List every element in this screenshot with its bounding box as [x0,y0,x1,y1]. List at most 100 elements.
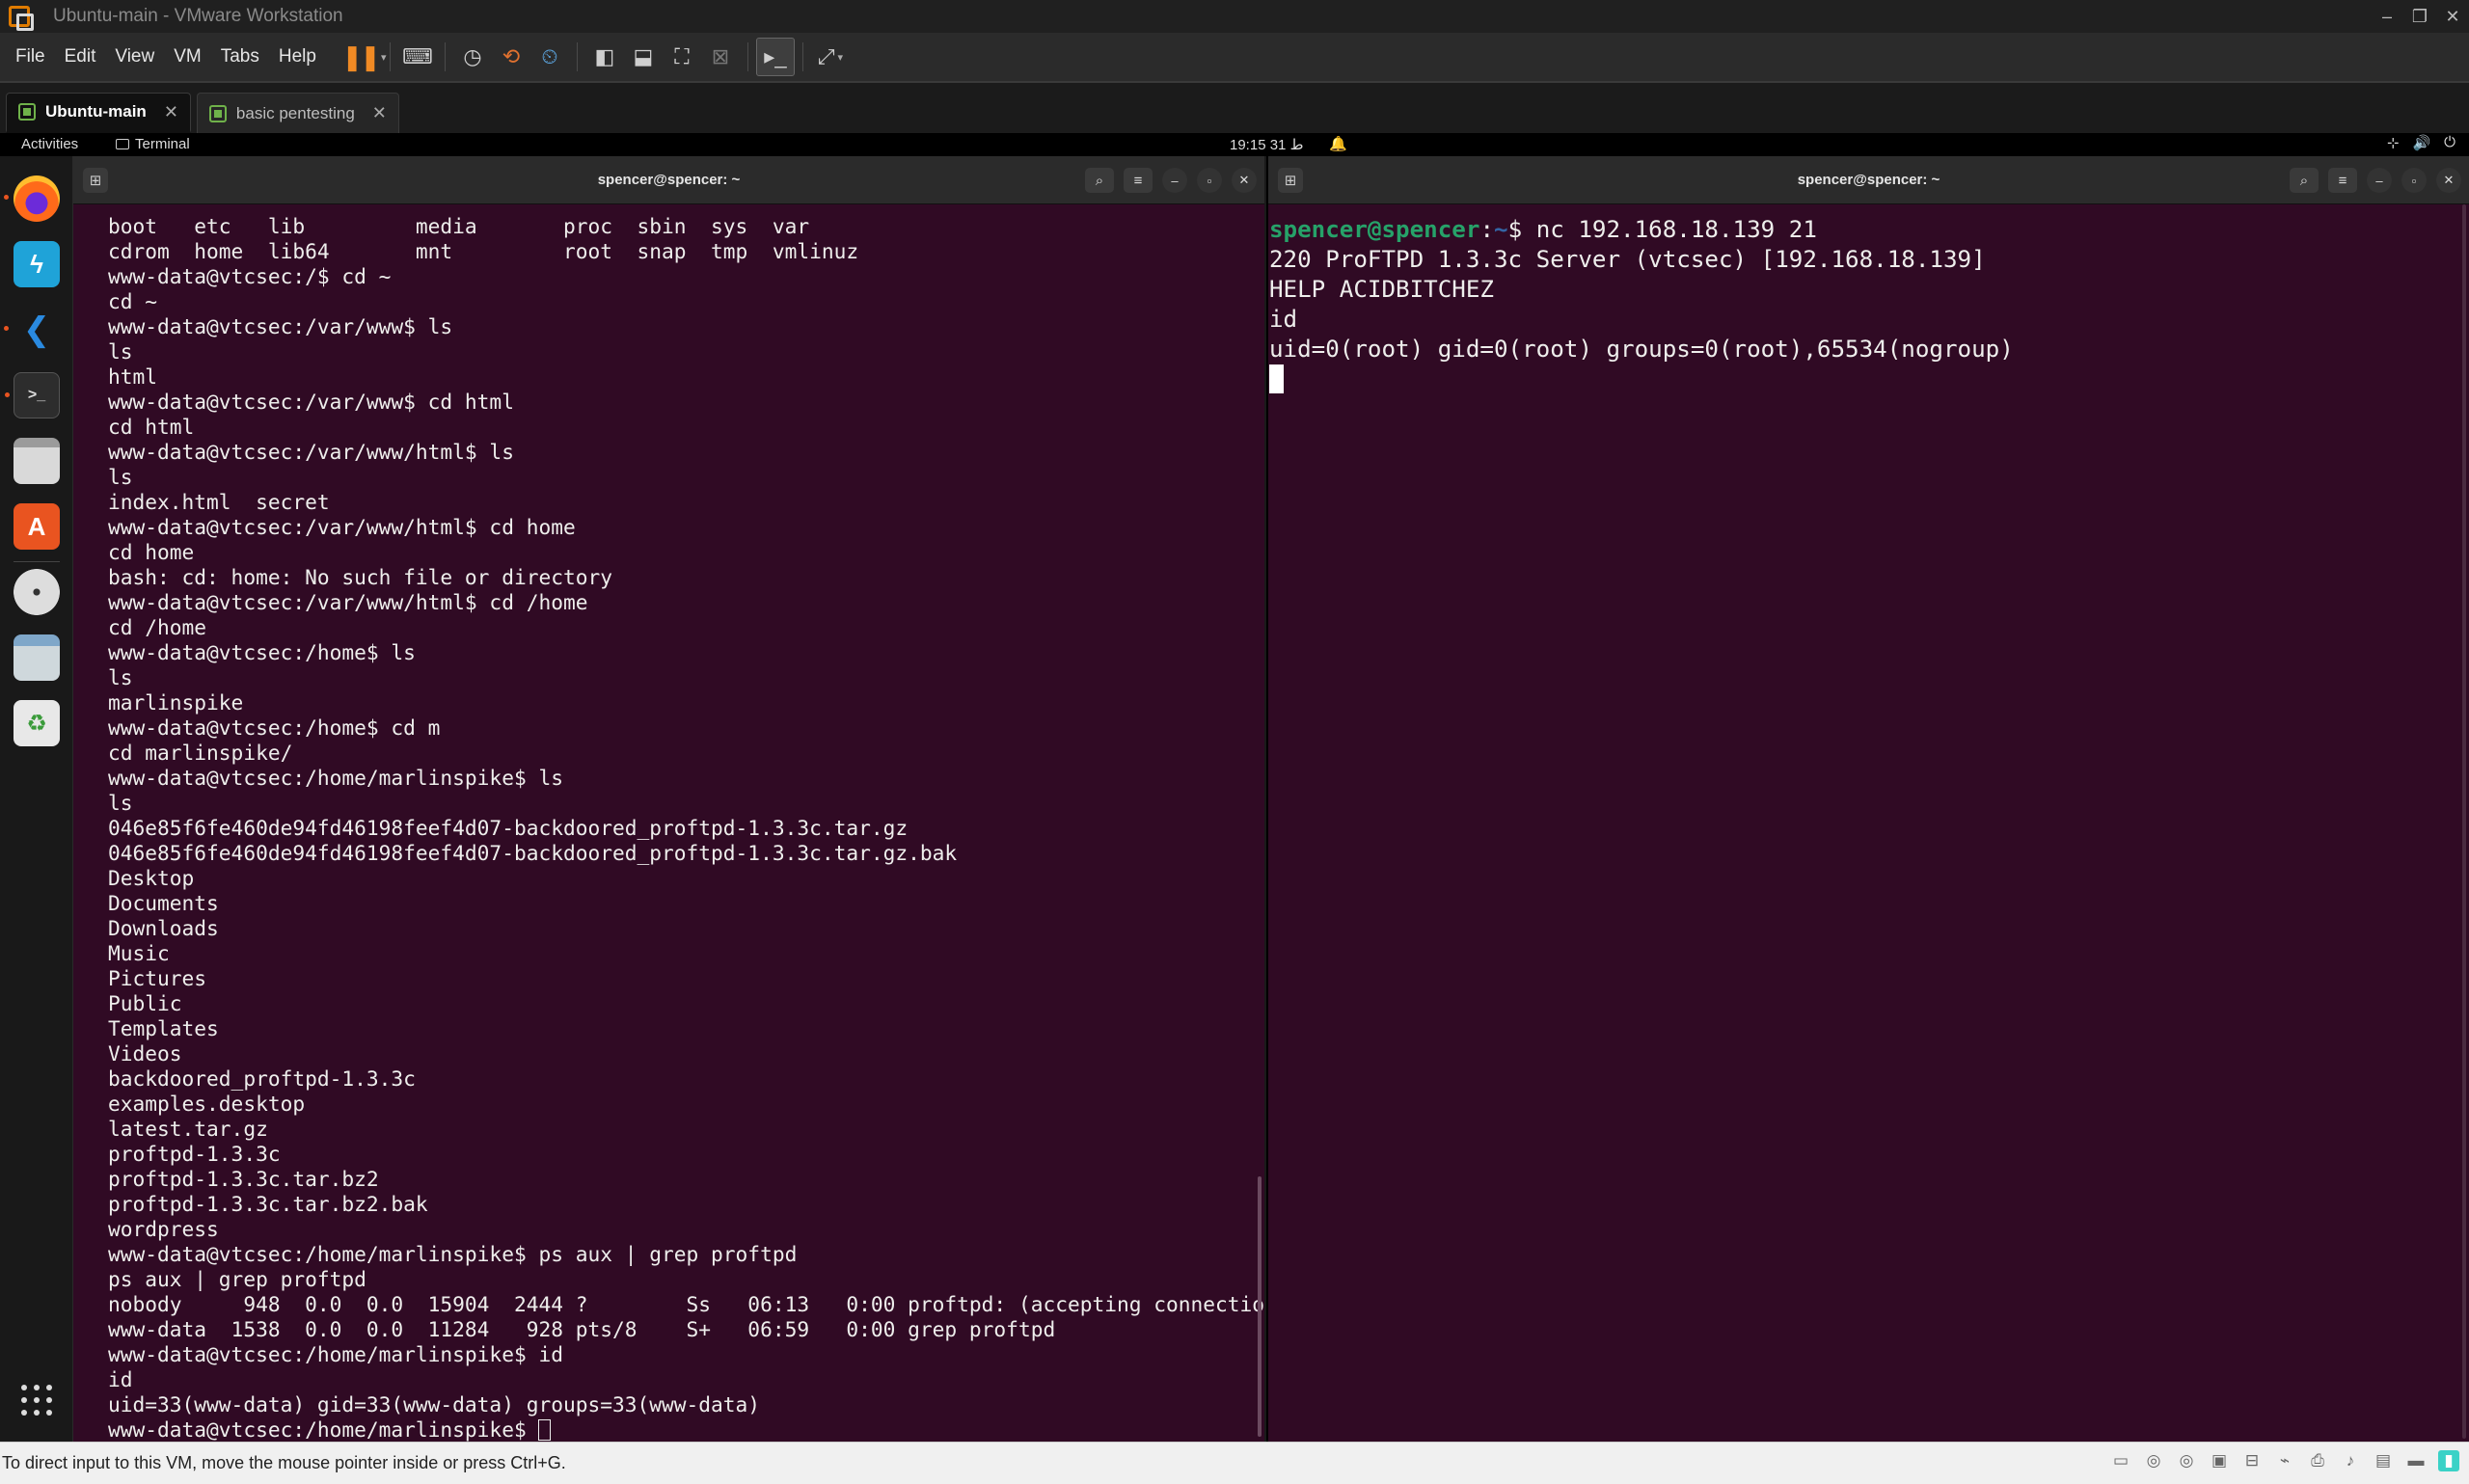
terminal-title: spencer@spencer: ~ [1797,172,1940,188]
maximize-icon[interactable]: ▫ [1197,168,1222,193]
terminal-line: cd /home [108,615,207,639]
printer-icon[interactable]: ⎙ [2307,1450,2328,1471]
toolbar: ❚❚ ▾ ⌨ ◷ ⟲ ⏲ ◧ ⬓ ⛶ ⊠ ▸_ ⤢ ▾ [341,38,850,76]
terminal-line: www-data@vtcsec:/var/www/html$ cd home [108,515,576,539]
close-icon[interactable]: ✕ [2436,168,2461,193]
terminal-line: bash: cd: home: No such file or director… [108,565,612,589]
terminal-line: nobody 948 0.0 0.0 15904 2444 ? Ss 06:13… [108,1292,1264,1316]
new-tab-icon[interactable]: ⊞ [83,168,108,193]
menu-tabs[interactable]: Tabs [211,46,269,67]
minimize-icon[interactable]: – [1162,168,1187,193]
network-adapter-icon[interactable]: ⊟ [2241,1450,2263,1471]
new-tab-icon[interactable]: ⊞ [1278,168,1303,193]
cd-dvd-icon[interactable]: ◎ [2143,1450,2164,1471]
unity-button[interactable]: ⊠ [701,38,740,76]
zap-icon[interactable]: ϟ [14,241,60,287]
terminal-header-buttons: ⌕ ≡ – ▫ ✕ [2290,168,2461,193]
menu-help[interactable]: Help [269,46,326,67]
close-tab-icon[interactable]: ✕ [372,103,387,123]
pause-icon: ❚❚ [341,41,381,71]
pause-vm-button[interactable]: ❚❚ ▾ [341,38,386,76]
terminal-window-left[interactable]: ⊞ spencer@spencer: ~ ⌕ ≡ – ▫ ✕ boot etc … [73,156,1266,1442]
system-tray[interactable]: ⊹ 🔊 ⏻ [2387,134,2455,151]
revert-snapshot-button[interactable]: ⟲ [492,38,530,76]
tab-label: Ubuntu-main [45,102,147,121]
close-icon[interactable]: ✕ [2436,0,2469,33]
display-icon[interactable]: ▤ [2373,1450,2394,1471]
menu-file[interactable]: File [0,46,55,67]
terminal-output[interactable]: boot etc lib media proc sbin sys var cdro… [73,204,1264,1442]
tab-ubuntu-main[interactable]: Ubuntu-main ✕ [6,93,191,133]
sound-card-icon[interactable]: ♪ [2340,1450,2361,1471]
window-title: Ubuntu-main - VMware Workstation [53,6,343,26]
restore-icon[interactable]: ❐ [2403,0,2436,33]
send-ctrl-alt-del-button[interactable]: ⌨ [398,38,437,76]
scrollbar[interactable] [1258,1176,1262,1437]
app-menu[interactable]: Terminal [116,136,190,152]
terminal-output[interactable]: spencer@spencer:~$ nc 192.168.18.139 21 2… [1268,204,2469,1442]
scrollbar[interactable] [2462,204,2466,1439]
vm-icon [208,104,227,122]
hamburger-menu-icon[interactable]: ≡ [1124,168,1153,193]
terminal-icon[interactable]: >_ [5,372,60,418]
close-tab-icon[interactable]: ✕ [164,102,178,122]
prompt: www-data@vtcsec:/home/marlinspike$ [108,1417,539,1442]
notification-icon[interactable]: 🔔 [1329,135,1347,152]
prompt-user: spencer@spencer [1269,216,1480,243]
minimize-icon[interactable]: – [2367,168,2392,193]
terminal-line: backdoored_proftpd-1.3.3c [108,1066,416,1091]
menu-vm[interactable]: VM [164,46,211,67]
thumbnail-bar-button[interactable]: ⬓ [624,38,663,76]
search-icon[interactable]: ⌕ [1085,168,1114,193]
app-store-icon[interactable]: A [14,503,60,550]
menu-view[interactable]: View [105,46,164,67]
console-icon: ▸_ [764,44,787,68]
search-icon[interactable]: ⌕ [2290,168,2319,193]
chevron-down-icon: ▾ [837,51,843,64]
maximize-icon[interactable]: ▫ [2401,168,2427,193]
fullscreen-icon: ⛶ [674,44,690,68]
terminal-line: www-data@vtcsec:/home/marlinspike$ [108,1417,1264,1442]
save-icon[interactable] [14,634,60,681]
terminal-line: wordpress [108,1217,219,1241]
message-log-icon[interactable]: ▬ [2405,1450,2427,1471]
guest-screen[interactable]: Activities Terminal ط 31 19:15 🔔 ⊹ 🔊 ⏻ ϟ… [0,133,2469,1442]
disc-icon[interactable] [14,569,60,615]
minimize-icon[interactable]: – [2371,0,2403,33]
tab-basic-pentesting[interactable]: basic pentesting ✕ [196,93,399,133]
firefox-icon[interactable] [4,175,60,222]
terminal-line: Downloads [108,916,219,940]
trash-icon[interactable]: ♻ [14,700,60,746]
hamburger-menu-icon[interactable]: ≡ [2328,168,2357,193]
console-view-button[interactable]: ▸_ [755,38,795,76]
clock[interactable]: ط 31 19:15 [1230,136,1303,153]
terminal-line: ls [108,339,133,364]
show-apps-icon[interactable] [21,1385,52,1416]
usb-icon[interactable]: ⌁ [2274,1450,2295,1471]
full-screen-button[interactable]: ⛶ [663,38,701,76]
files-icon[interactable] [14,438,60,484]
terminal-line: Videos [108,1041,182,1066]
terminal-line: www-data@vtcsec:/home/marlinspike$ id [108,1342,563,1366]
close-icon[interactable]: ✕ [1232,168,1257,193]
tab-label: basic pentesting [235,103,355,122]
floppy-icon[interactable]: ▣ [2209,1450,2230,1471]
terminal-line: cd marlinspike/ [108,741,293,765]
terminal-line: uid=33(www-data) gid=33(www-data) groups… [108,1392,761,1417]
cd-dvd-icon[interactable]: ◎ [2176,1450,2197,1471]
vscode-icon[interactable]: ❮ [4,307,60,353]
revert-snapshot-icon: ⟲ [502,44,521,68]
terminal-line: Music [108,941,170,965]
snapshot-manager-button[interactable]: ⏲ [530,38,569,76]
title-bar: Ubuntu-main - VMware Workstation – ❐ ✕ [0,0,2469,33]
vmware-tools-icon[interactable]: ▮ [2438,1450,2459,1471]
terminal-window-right[interactable]: ⊞ spencer@spencer: ~ ⌕ ≡ – ▫ ✕ spencer@s… [1268,156,2469,1442]
activities-button[interactable]: Activities [21,136,78,152]
stretch-guest-button[interactable]: ⤢ ▾ [811,38,850,76]
show-library-button[interactable]: ◧ [585,38,624,76]
terminal-line: www-data@vtcsec:/var/www$ ls [108,314,453,338]
terminal-line: id [108,1367,133,1391]
take-snapshot-button[interactable]: ◷ [453,38,492,76]
hard-disk-icon[interactable]: ▭ [2110,1450,2131,1471]
menu-edit[interactable]: Edit [55,46,106,67]
